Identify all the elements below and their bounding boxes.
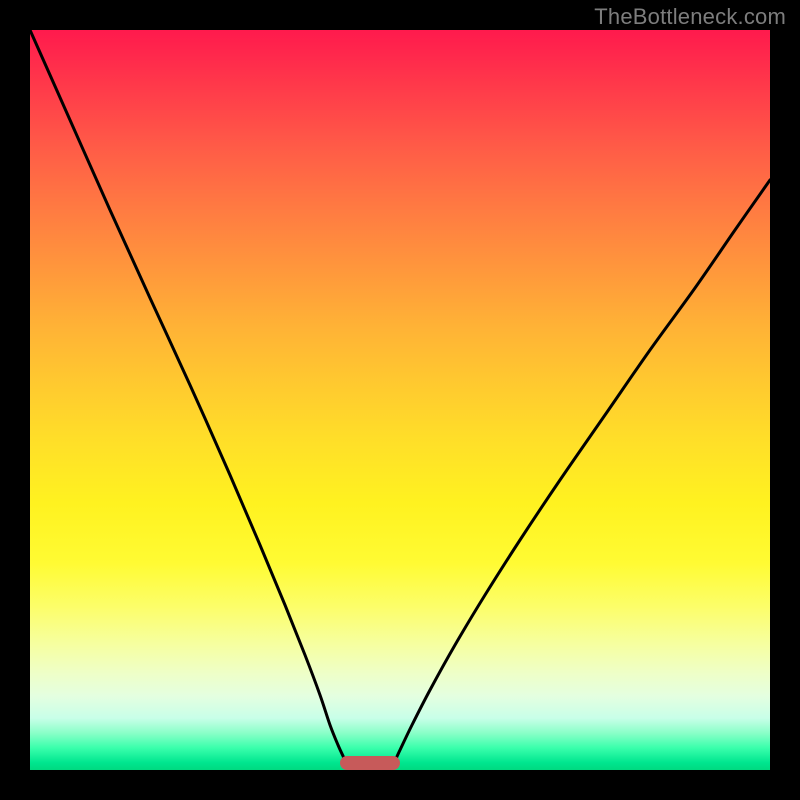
bottleneck-curve — [30, 30, 770, 770]
watermark-text: TheBottleneck.com — [594, 4, 786, 30]
chart-area — [30, 30, 770, 770]
optimum-marker — [340, 756, 400, 770]
